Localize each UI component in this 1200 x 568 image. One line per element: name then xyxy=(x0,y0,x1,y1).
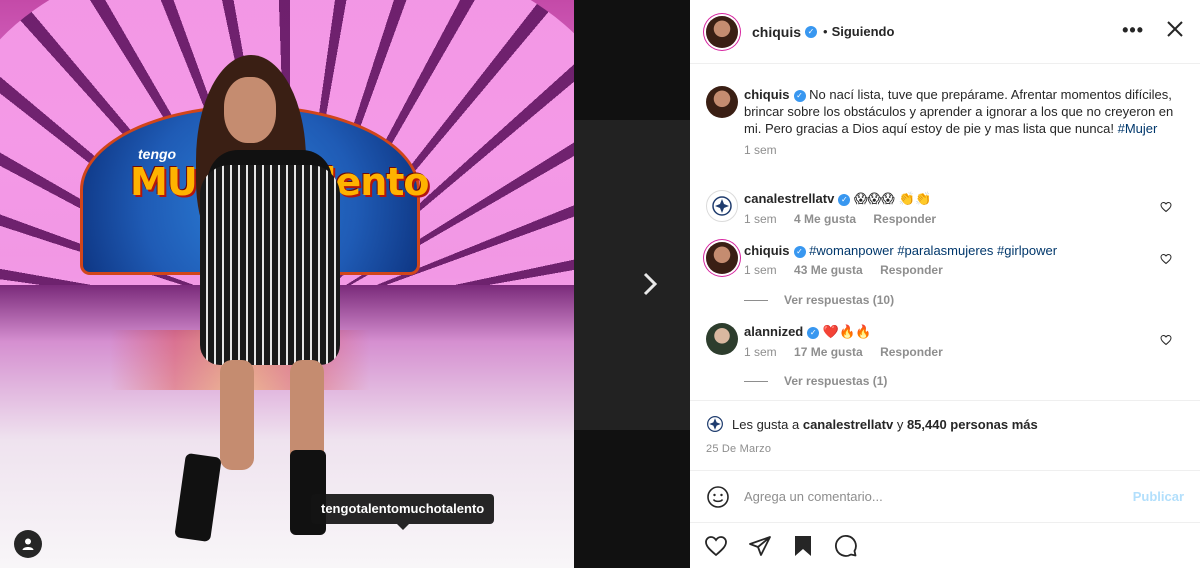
person-figure xyxy=(174,55,350,545)
comment-bubble-icon[interactable] xyxy=(834,534,858,558)
comment-meta: 1 sem 4 Me gusta Responder xyxy=(744,212,1184,226)
comment-time[interactable]: 1 sem xyxy=(744,263,777,277)
comment-likes[interactable]: 43 Me gusta xyxy=(794,263,863,277)
header-username[interactable]: chiquis xyxy=(752,24,801,40)
comments-list[interactable]: chiquis ✓ No nací lista, tuve que prepára… xyxy=(690,64,1200,400)
replies-divider xyxy=(744,299,768,301)
verified-badge-icon: ✓ xyxy=(793,90,806,102)
comment-item: canalestrellatv ✓ 😱😱😱 👏👏 1 sem 4 Me gusta… xyxy=(706,190,1184,226)
next-post-preview xyxy=(574,120,690,430)
comment-username[interactable]: canalestrellatv xyxy=(744,191,834,206)
comment-hashtag[interactable]: #girlpower xyxy=(997,243,1057,258)
add-comment-bar: Agrega un comentario... Publicar xyxy=(690,470,1200,522)
verified-badge-icon: ✓ xyxy=(838,194,851,206)
publish-button[interactable]: Publicar xyxy=(1133,489,1184,504)
comment-body: 😱😱😱 👏👏 xyxy=(853,192,932,207)
caption-hashtag[interactable]: #Mujer xyxy=(1118,121,1158,136)
likes-section: Les gusta a canalestrellatv y 85,440 per… xyxy=(690,400,1200,468)
star-logo-icon xyxy=(707,416,723,432)
close-icon[interactable] xyxy=(1166,20,1184,43)
post-image[interactable]: tengo MUcho talento tengotalentomuchotal… xyxy=(0,0,574,568)
reply-button[interactable]: Responder xyxy=(880,345,943,359)
avatar[interactable] xyxy=(706,15,738,48)
replies-divider xyxy=(744,380,768,382)
avatar[interactable] xyxy=(706,86,738,118)
comment-text: canalestrellatv ✓ 😱😱😱 👏👏 xyxy=(744,190,1184,208)
caption-body: No nací lista, tuve que prepárame. Afren… xyxy=(744,87,1174,136)
user-icon xyxy=(22,538,34,550)
like-heart-icon[interactable] xyxy=(704,534,728,558)
post-details-panel: chiquis ✓ • Siguiendo ••• chiquis ✓ No na… xyxy=(690,0,1200,568)
comment-input[interactable]: Agrega un comentario... xyxy=(744,489,1133,504)
avatar[interactable] xyxy=(706,323,738,355)
comment-item: alannized ✓ ❤️🔥🔥 1 sem 17 Me gusta Respon… xyxy=(706,323,1184,359)
post-date[interactable]: 25 De Marzo xyxy=(706,443,771,455)
reply-button[interactable]: Responder xyxy=(880,263,943,277)
likes-user[interactable]: canalestrellatv xyxy=(803,417,893,432)
verified-badge-icon: ✓ xyxy=(793,246,806,258)
caption-username[interactable]: chiquis xyxy=(744,87,790,102)
view-replies-button[interactable]: Ver respuestas (1) xyxy=(744,374,887,388)
header-separator: • xyxy=(823,24,828,39)
verified-badge-icon: ✓ xyxy=(807,327,820,339)
comment-text: alannized ✓ ❤️🔥🔥 xyxy=(744,323,1184,341)
avatar[interactable] xyxy=(706,190,738,222)
comment-username[interactable]: alannized xyxy=(744,324,803,339)
post-actions xyxy=(690,522,1200,568)
view-replies-label: Ver respuestas (1) xyxy=(784,374,888,388)
view-replies-label: Ver respuestas (10) xyxy=(784,293,895,307)
more-options-icon[interactable]: ••• xyxy=(1122,20,1144,41)
likes-prefix: Les gusta a xyxy=(732,416,800,432)
avatar[interactable] xyxy=(706,242,738,274)
star-logo-icon xyxy=(712,196,732,216)
comment-hashtag[interactable]: #womanpower xyxy=(809,243,894,258)
comment-item: chiquis ✓ #womanpower #paralasmujeres #gi… xyxy=(706,242,1184,277)
caption-text: chiquis ✓ No nací lista, tuve que prepára… xyxy=(744,86,1184,137)
comment-text: chiquis ✓ #womanpower #paralasmujeres #gi… xyxy=(744,242,1184,259)
view-replies-button[interactable]: Ver respuestas (10) xyxy=(744,293,894,307)
caption-time[interactable]: 1 sem xyxy=(744,143,777,157)
comment-likes[interactable]: 4 Me gusta xyxy=(794,212,856,226)
comment-meta: 1 sem 17 Me gusta Responder xyxy=(744,345,1184,359)
comment-time[interactable]: 1 sem xyxy=(744,345,777,359)
like-comment-heart-icon[interactable] xyxy=(1160,200,1172,218)
following-button[interactable]: Siguiendo xyxy=(832,24,895,39)
comment-hashtag[interactable]: #paralasmujeres xyxy=(897,243,993,258)
comment-meta: 1 sem 43 Me gusta Responder xyxy=(744,263,1184,277)
next-arrow-icon[interactable] xyxy=(640,270,664,298)
emoji-icon[interactable] xyxy=(706,485,730,509)
comment-likes[interactable]: 17 Me gusta xyxy=(794,345,863,359)
user-tag-label[interactable]: tengotalentomuchotalento xyxy=(311,494,495,530)
share-send-icon[interactable] xyxy=(748,534,772,558)
likes-count[interactable]: 85,440 personas más xyxy=(907,417,1038,432)
caption-meta: 1 sem xyxy=(744,143,1184,157)
bookmark-icon[interactable] xyxy=(792,534,814,558)
comment-body: ❤️🔥🔥 xyxy=(822,325,872,340)
liked-by[interactable]: Les gusta a canalestrellatv y 85,440 per… xyxy=(706,415,1038,433)
post-header: chiquis ✓ • Siguiendo ••• xyxy=(690,0,1200,64)
caption: chiquis ✓ No nací lista, tuve que prepára… xyxy=(706,86,1184,157)
comment-time[interactable]: 1 sem xyxy=(744,212,777,226)
user-tags-button[interactable] xyxy=(14,530,42,558)
reply-button[interactable]: Responder xyxy=(873,212,936,226)
comment-username[interactable]: chiquis xyxy=(744,243,790,258)
backdrop xyxy=(574,0,690,568)
likes-connector: y xyxy=(896,416,904,432)
like-comment-heart-icon[interactable] xyxy=(1160,252,1172,270)
like-comment-heart-icon[interactable] xyxy=(1160,333,1172,351)
verified-badge-icon: ✓ xyxy=(805,25,818,38)
